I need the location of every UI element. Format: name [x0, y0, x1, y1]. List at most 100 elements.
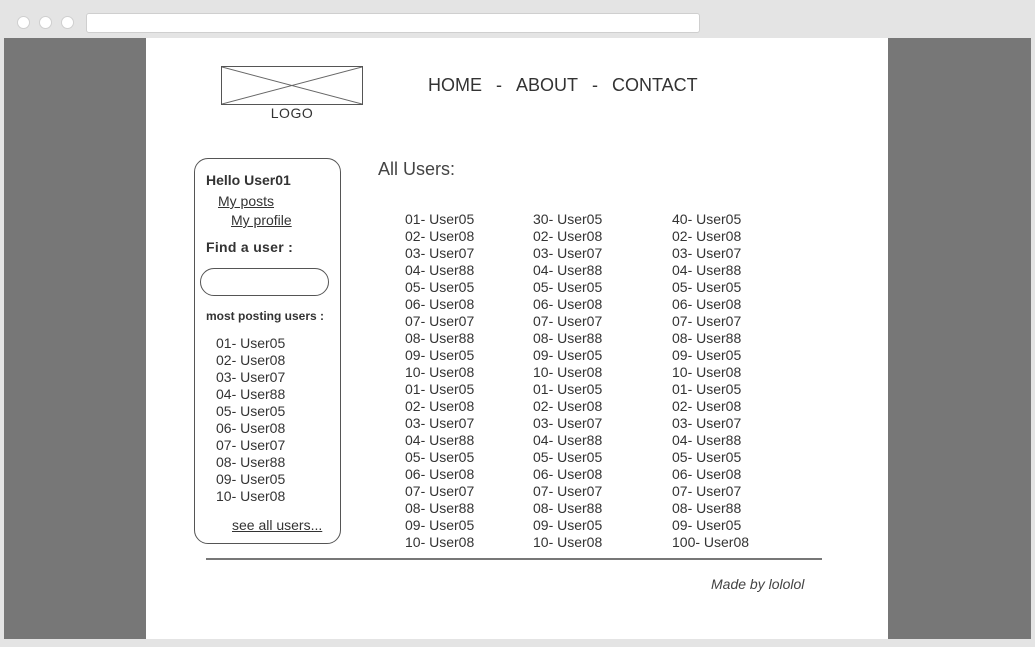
address-bar[interactable] [86, 13, 700, 33]
list-item[interactable]: 03- User07 [216, 369, 285, 386]
list-item[interactable]: 01- User05 [672, 381, 749, 398]
list-item[interactable]: 08- User88 [405, 330, 474, 347]
list-item[interactable]: 04- User88 [533, 262, 602, 279]
list-item[interactable]: 09- User05 [216, 471, 285, 488]
list-item[interactable]: 03- User07 [672, 245, 749, 262]
list-item[interactable]: 09- User05 [533, 347, 602, 364]
browser-window: LOGO HOME - ABOUT - CONTACT Hello User01 My … [0, 0, 1035, 647]
list-item[interactable]: 05- User05 [216, 403, 285, 420]
nav-contact[interactable]: CONTACT [612, 75, 698, 96]
list-item[interactable]: 05- User05 [672, 279, 749, 296]
list-item[interactable]: 08- User88 [533, 500, 602, 517]
browser-toolbar [0, 0, 1035, 38]
nav-home[interactable]: HOME [428, 75, 482, 96]
logo-placeholder[interactable] [221, 66, 363, 105]
list-item[interactable]: 30- User05 [533, 211, 602, 228]
list-item[interactable]: 09- User05 [533, 517, 602, 534]
list-item[interactable]: 01- User05 [405, 211, 474, 228]
list-item[interactable]: 10- User08 [533, 364, 602, 381]
list-item[interactable]: 05- User05 [672, 449, 749, 466]
list-item[interactable]: 02- User08 [216, 352, 285, 369]
logo-label: LOGO [270, 105, 314, 121]
window-close-dot[interactable] [17, 16, 30, 29]
list-item[interactable]: 07- User07 [672, 483, 749, 500]
list-item[interactable]: 04- User88 [216, 386, 285, 403]
list-item[interactable]: 08- User88 [405, 500, 474, 517]
most-posting-label: most posting users : [206, 309, 325, 323]
top-users-list: 01- User05 02- User08 03- User07 04- Use… [216, 335, 285, 505]
list-item[interactable]: 02- User08 [405, 228, 474, 245]
nav-separator: - [592, 75, 599, 95]
list-item[interactable]: 09- User05 [405, 347, 474, 364]
list-item[interactable]: 01- User05 [216, 335, 285, 352]
nav-separator: - [496, 75, 502, 95]
page: LOGO HOME - ABOUT - CONTACT Hello User01 My … [146, 38, 888, 639]
list-item[interactable]: 04- User88 [533, 432, 602, 449]
list-item[interactable]: 03- User07 [405, 245, 474, 262]
list-item[interactable]: 07- User07 [672, 313, 749, 330]
list-item[interactable]: 07- User07 [533, 483, 602, 500]
my-posts-link[interactable]: My posts [218, 193, 274, 209]
list-item[interactable]: 08- User88 [672, 500, 749, 517]
list-item[interactable]: 05- User05 [405, 279, 474, 296]
list-item[interactable]: 09- User05 [405, 517, 474, 534]
list-item[interactable]: 10- User08 [672, 364, 749, 381]
list-item[interactable]: 06- User08 [672, 296, 749, 313]
my-profile-link[interactable]: My profile [231, 212, 292, 228]
users-column-3: 40- User05 02- User08 03- User07 04- User88… [672, 211, 749, 551]
list-item[interactable]: 09- User05 [672, 517, 749, 534]
list-item[interactable]: 05- User05 [533, 279, 602, 296]
find-user-label: Find a user : [206, 239, 294, 255]
list-item[interactable]: 100- User08 [672, 534, 749, 551]
find-user-input[interactable] [200, 268, 329, 296]
list-item[interactable]: 02- User08 [533, 398, 602, 415]
list-item[interactable]: 10- User08 [533, 534, 602, 551]
list-item[interactable]: 08- User88 [216, 454, 285, 471]
list-item[interactable]: 03- User07 [672, 415, 749, 432]
list-item[interactable]: 05- User05 [533, 449, 602, 466]
user-sidebar: Hello User01 My posts My profile Find a … [194, 158, 341, 544]
list-item[interactable]: 03- User07 [533, 415, 602, 432]
list-item[interactable]: 10- User08 [405, 534, 474, 551]
list-item[interactable]: 07- User07 [405, 313, 474, 330]
list-item[interactable]: 07- User07 [533, 313, 602, 330]
list-item[interactable]: 09- User05 [672, 347, 749, 364]
list-item[interactable]: 08- User88 [533, 330, 602, 347]
list-item[interactable]: 04- User88 [672, 432, 749, 449]
list-item[interactable]: 03- User07 [533, 245, 602, 262]
list-item[interactable]: 07- User07 [405, 483, 474, 500]
list-item[interactable]: 10- User08 [405, 364, 474, 381]
list-item[interactable]: 06- User08 [216, 420, 285, 437]
main-nav: HOME - ABOUT - CONTACT [428, 75, 698, 96]
footer-divider [206, 558, 822, 560]
greeting: Hello User01 [206, 172, 291, 188]
window-minimize-dot[interactable] [39, 16, 52, 29]
list-item[interactable]: 03- User07 [405, 415, 474, 432]
browser-viewport: LOGO HOME - ABOUT - CONTACT Hello User01 My … [4, 38, 1031, 639]
list-item[interactable]: 06- User08 [405, 466, 474, 483]
list-item[interactable]: 04- User88 [405, 432, 474, 449]
list-item[interactable]: 06- User08 [672, 466, 749, 483]
list-item[interactable]: 40- User05 [672, 211, 749, 228]
list-item[interactable]: 06- User08 [533, 466, 602, 483]
users-column-2: 30- User05 02- User08 03- User07 04- User88… [533, 211, 602, 551]
list-item[interactable]: 02- User08 [405, 398, 474, 415]
list-item[interactable]: 02- User08 [672, 228, 749, 245]
list-item[interactable]: 06- User08 [533, 296, 602, 313]
list-item[interactable]: 01- User05 [533, 381, 602, 398]
list-item[interactable]: 04- User88 [672, 262, 749, 279]
list-item[interactable]: 07- User07 [216, 437, 285, 454]
list-item[interactable]: 05- User05 [405, 449, 474, 466]
list-item[interactable]: 02- User08 [672, 398, 749, 415]
list-item[interactable]: 06- User08 [405, 296, 474, 313]
list-item[interactable]: 02- User08 [533, 228, 602, 245]
list-item[interactable]: 04- User88 [405, 262, 474, 279]
list-item[interactable]: 01- User05 [405, 381, 474, 398]
list-item[interactable]: 08- User88 [672, 330, 749, 347]
list-item[interactable]: 10- User08 [216, 488, 285, 505]
all-users-title: All Users: [378, 159, 456, 179]
window-maximize-dot[interactable] [61, 16, 74, 29]
logo-placeholder-icon [222, 67, 362, 104]
nav-about[interactable]: ABOUT [516, 75, 578, 96]
see-all-users-link[interactable]: see all users... [232, 517, 322, 533]
